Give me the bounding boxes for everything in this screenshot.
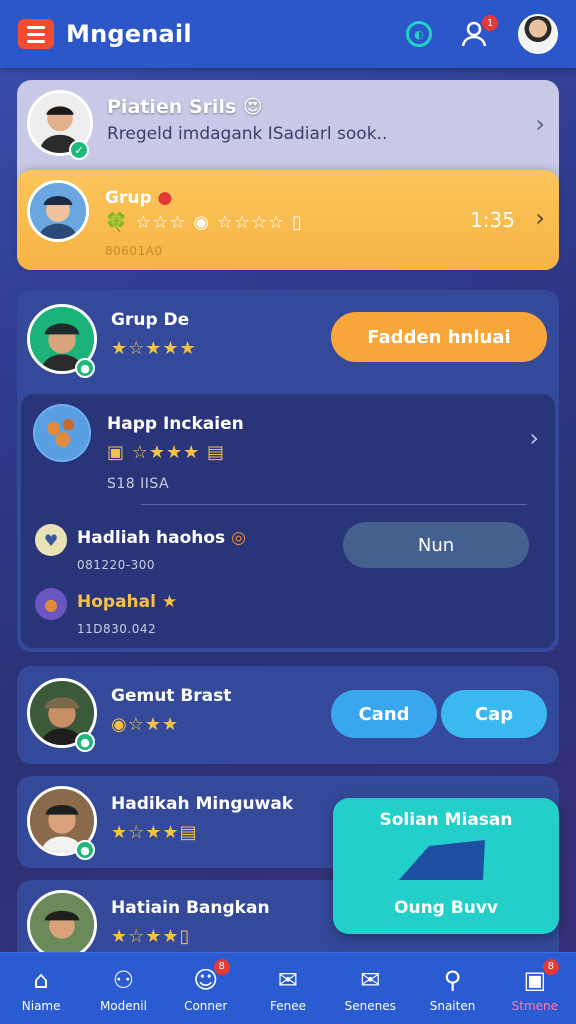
sub-group-meta: S18 IISA	[107, 476, 170, 492]
popup-footer: Oung Buvv	[394, 898, 498, 918]
nav-fenee[interactable]: ✉ Fenee	[248, 965, 328, 1013]
contact-avatar	[27, 180, 89, 242]
gift-icon: ●	[35, 588, 67, 620]
cap-button[interactable]: Cap	[441, 690, 547, 738]
chevron-right-icon[interactable]: ›	[529, 424, 539, 452]
verified-icon: ●	[75, 358, 95, 378]
app-title: Mngenail	[66, 20, 192, 48]
hamburger-menu-icon[interactable]	[18, 19, 54, 49]
reward-name: Hadliah haohos ◎	[77, 528, 246, 548]
reward-name-2: Hopahal ★	[77, 592, 178, 612]
mail-icon: ✉	[360, 965, 381, 994]
contact-name: Piatien Srils 😍	[107, 96, 263, 118]
nav-modenil[interactable]: ⚇ Modenil	[83, 965, 163, 1013]
popup-title: Solian Miasan	[379, 810, 513, 830]
chevron-right-icon: ›	[535, 204, 545, 232]
promo-popup[interactable]: Solian Miasan Oung Buvv	[333, 798, 559, 934]
chat-card-2[interactable]: Grup ● 🍀 ☆☆☆ ◉ ☆☆☆☆ ▯ 80601A0 1:35 ›	[17, 170, 559, 270]
contact-name: Hatiain Bangkan	[111, 898, 270, 918]
follow-button[interactable]: Fadden hnluai	[331, 312, 547, 362]
status-ring-icon[interactable]: ◐	[406, 21, 432, 47]
user-avatar[interactable]	[518, 14, 558, 54]
verified-icon: ✓	[69, 140, 89, 160]
star-rating: ★☆★★▯	[111, 926, 191, 947]
reaction-icons: ▣ ☆★★★ ▤	[107, 442, 226, 463]
verified-icon: ●	[75, 732, 95, 752]
last-message: Rregeld imdagank ISadiarl sook..	[107, 124, 388, 144]
people-icon: ⚇	[112, 965, 135, 994]
star-rating: ◉☆★★	[111, 714, 180, 735]
contact-name: Hadikah Minguwak	[111, 794, 294, 814]
reward-meta-2: 11D830.042	[77, 622, 157, 636]
bottom-navigation: ⌂ Niame ⚇ Modenil ☺ 8 Conner ✉ Fenee ✉ S…	[0, 952, 576, 1024]
chat-card-4[interactable]: ● Gemut Brast ◉☆★★ Cand Cap	[17, 666, 559, 764]
group-sub-avatar	[33, 404, 91, 462]
message-time: 1:35	[470, 208, 515, 232]
group-name: Grup De	[111, 310, 190, 330]
verified-icon: ●	[75, 840, 95, 860]
nav-badge: 8	[213, 958, 230, 975]
nav-stmene[interactable]: ▣ 8 Stmene	[495, 958, 575, 1013]
nav-conner[interactable]: ☺ 8 Conner	[166, 958, 246, 1013]
reaction-icons: 🍀 ☆☆☆ ◉ ☆☆☆☆ ▯	[105, 212, 303, 233]
nav-senenes[interactable]: ✉ Senenes	[330, 965, 410, 1013]
profile-icon[interactable]: 1	[460, 15, 498, 49]
group-card: ● Grup De ★☆★★★ Fadden hnluai Happ Incka…	[17, 290, 559, 652]
nav-snaiten[interactable]: ⚲ Snaiten	[413, 965, 493, 1013]
popup-graphic-icon	[399, 840, 485, 880]
nun-button[interactable]: Nun	[343, 522, 529, 568]
star-rating: ★☆★★▤	[111, 822, 198, 843]
contact-name: Gemut Brast	[111, 686, 232, 706]
group-meta: 80601A0	[105, 244, 163, 258]
cand-button[interactable]: Cand	[331, 690, 437, 738]
contact-avatar	[27, 890, 97, 960]
notification-badge: 1	[482, 15, 498, 31]
divider	[141, 504, 527, 505]
group-sub-panel: Happ Inckaien ▣ ☆★★★ ▤ S18 IISA › ♥ Hadl…	[21, 394, 555, 648]
chevron-right-icon: ›	[535, 110, 545, 138]
gift-icon: ✉	[277, 965, 299, 994]
search-icon: ⚲	[443, 965, 462, 994]
group-name: Grup ●	[105, 188, 173, 208]
reward-meta: 081220-300	[77, 558, 156, 572]
top-app-bar: Mngenail ◐ 1	[0, 0, 576, 68]
nav-badge: 8	[542, 958, 559, 975]
home-icon: ⌂	[33, 965, 49, 994]
heart-icon: ♥	[35, 524, 67, 556]
sub-group-name: Happ Inckaien	[107, 414, 244, 434]
star-rating: ★☆★★★	[111, 338, 197, 359]
nav-home[interactable]: ⌂ Niame	[1, 965, 81, 1013]
